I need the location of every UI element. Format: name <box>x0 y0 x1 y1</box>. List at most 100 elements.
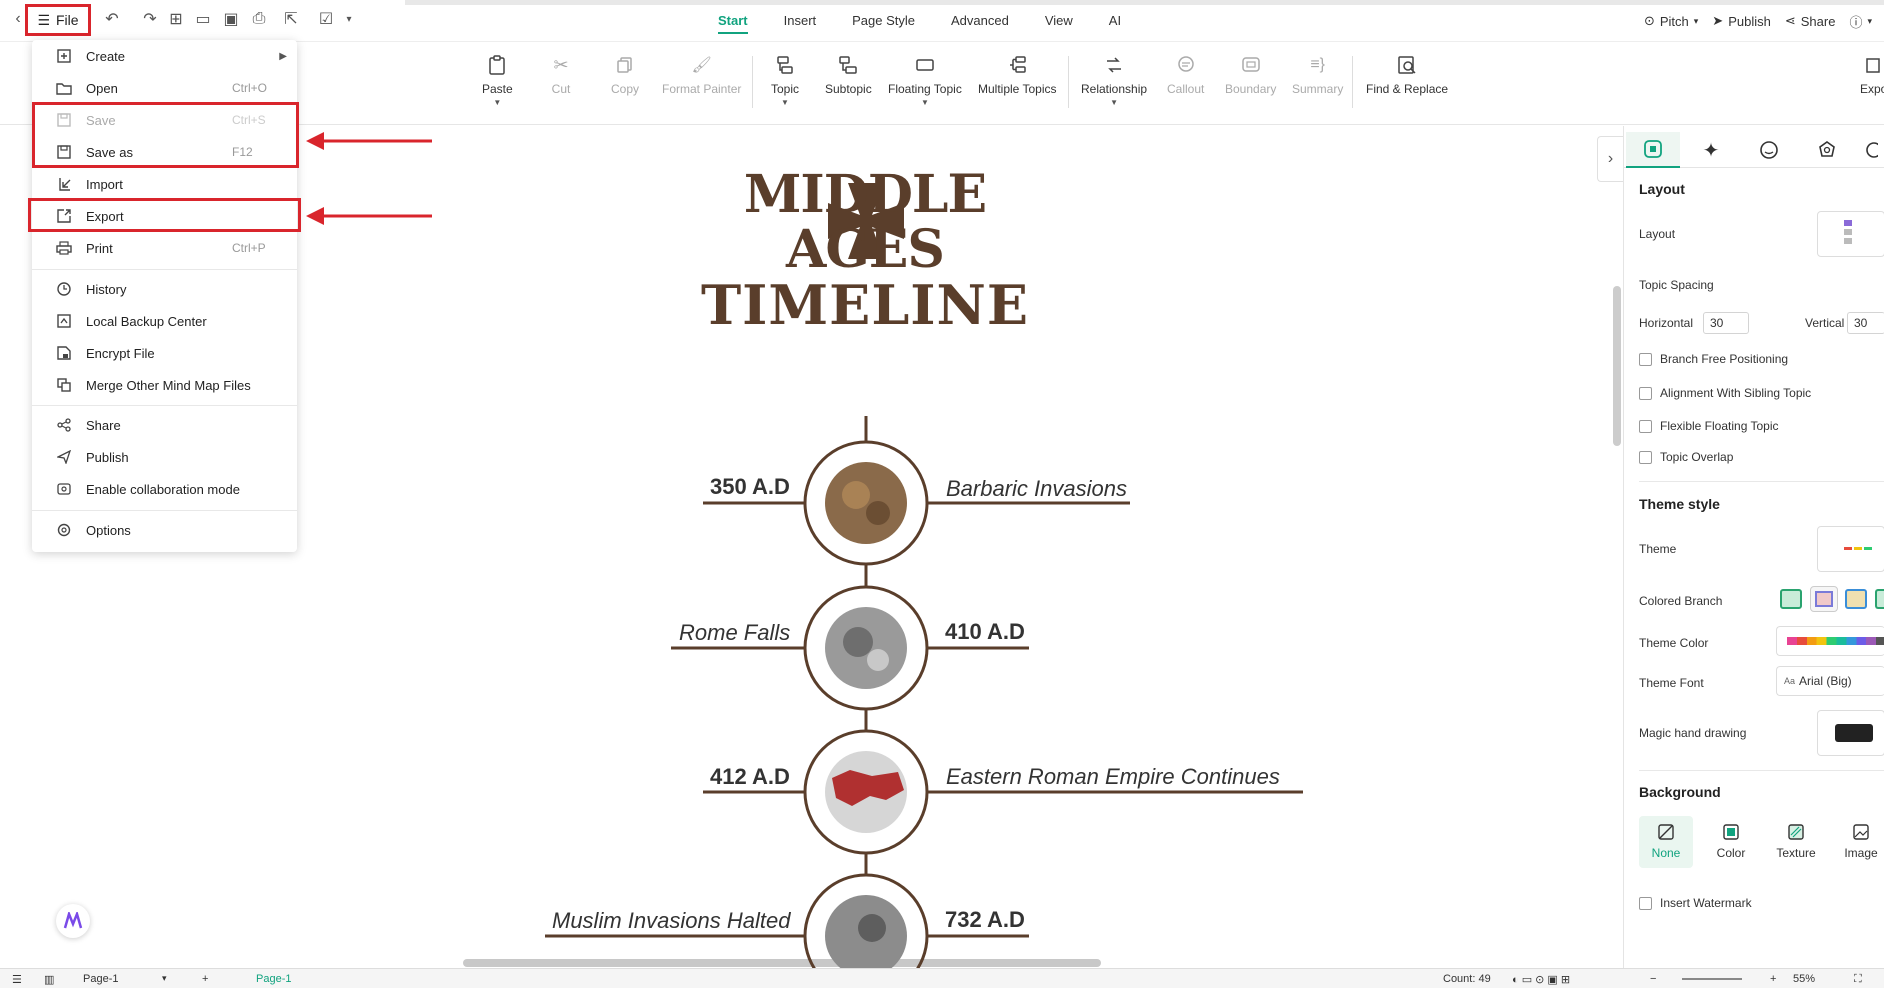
menu-label: Open <box>86 80 118 96</box>
menu-label: Print <box>86 240 113 256</box>
menu-label: Options <box>86 522 131 538</box>
horizontal-spacing-input[interactable]: 30 <box>1703 312 1749 334</box>
menu-item-create[interactable]: Create ▶ <box>32 40 297 72</box>
vertical-spacing-input[interactable]: 30 <box>1847 312 1884 334</box>
checkbox-label: Alignment With Sibling Topic <box>1660 386 1812 400</box>
toggle-switch <box>1835 724 1873 742</box>
menu-label: Share <box>86 417 121 433</box>
clock-icon <box>56 281 72 297</box>
checkbox-topic-overlap[interactable]: Topic Overlap <box>1639 450 1733 464</box>
colored-branch-option[interactable] <box>1875 589 1884 609</box>
chevron-down-icon[interactable]: ▾ <box>162 973 167 984</box>
theme-font-select[interactable]: Aa Arial (Big) <box>1776 666 1884 696</box>
menu-item-print[interactable]: Print Ctrl+P <box>32 232 297 264</box>
emoji-icon[interactable] <box>1742 132 1796 168</box>
horizontal-label: Horizontal <box>1639 316 1694 330</box>
theme-color-picker[interactable] <box>1776 626 1884 656</box>
theme-font-value: Arial (Big) <box>1799 674 1852 688</box>
zoom-level[interactable]: 55% <box>1793 973 1815 985</box>
checkbox-box <box>1639 386 1652 400</box>
checkbox-insert-watermark[interactable]: Insert Watermark <box>1639 896 1752 910</box>
menu-item-collaboration[interactable]: Enable collaboration mode <box>32 473 297 505</box>
checkbox-flexible-floating[interactable]: Flexible Floating Topic <box>1639 419 1779 433</box>
assistant-logo-icon <box>63 912 83 929</box>
menu-label: Publish <box>86 449 129 465</box>
properties-panel: ✦ Layout Layout Topic Spacing Horizontal… <box>1623 126 1884 968</box>
menu-item-encrypt[interactable]: Encrypt File <box>32 337 297 369</box>
more-tab-icon[interactable] <box>1856 132 1884 168</box>
collab-icon <box>56 481 72 497</box>
panel-divider <box>1639 481 1884 482</box>
menu-separator <box>32 510 297 511</box>
app-window: ‹ ☰ File ↶ ↷ ⊞ ▭ ▣ ⎙ ⇱ ☑ ▾ Start Insert … <box>0 0 1884 988</box>
menu-item-open[interactable]: Open Ctrl+O <box>32 72 297 104</box>
bg-option-color[interactable]: Color <box>1704 816 1758 868</box>
send-icon <box>56 449 72 465</box>
bg-option-image[interactable]: Image <box>1834 816 1884 868</box>
magic-hand-toggle[interactable] <box>1817 710 1884 756</box>
folder-icon <box>56 80 72 96</box>
checkbox-label: Branch Free Positioning <box>1660 352 1789 366</box>
layout-heading: Layout <box>1639 181 1685 197</box>
import-icon <box>56 176 72 192</box>
highlight-export-box <box>28 198 301 232</box>
theme-label: Theme <box>1639 542 1677 556</box>
merge-icon <box>56 377 72 393</box>
colored-branch-label: Colored Branch <box>1639 594 1723 608</box>
panel-tabs: ✦ <box>1624 126 1884 168</box>
layout-picker[interactable] <box>1817 211 1884 257</box>
menu-separator <box>32 269 297 270</box>
menu-item-publish[interactable]: Publish <box>32 441 297 473</box>
menu-item-merge[interactable]: Merge Other Mind Map Files <box>32 369 297 401</box>
add-page-icon[interactable]: + <box>202 973 208 985</box>
chevron-right-icon: ▶ <box>279 50 287 62</box>
menu-label: Import <box>86 176 123 192</box>
checkbox-box <box>1639 450 1652 464</box>
checkbox-branch-free[interactable]: Branch Free Positioning <box>1639 352 1788 366</box>
font-icon: Aa <box>1784 676 1796 686</box>
badge-icon[interactable] <box>1800 132 1854 168</box>
theme-swatch <box>1844 547 1852 550</box>
checkbox-box <box>1639 352 1652 366</box>
menu-item-local-backup[interactable]: Local Backup Center <box>32 305 297 337</box>
bg-option-none[interactable]: None <box>1639 816 1693 868</box>
menu-label: History <box>86 281 127 297</box>
colored-branch-option[interactable] <box>1780 589 1802 609</box>
none-icon <box>1658 824 1674 840</box>
status-bar: ☰ ▥ Page-1 ▾ + Page-1 Count: 49 ◐ ▭ ⊙ ▣ … <box>0 968 1884 988</box>
gear-icon <box>56 522 72 538</box>
checkbox-alignment[interactable]: Alignment With Sibling Topic <box>1639 386 1811 400</box>
checkbox-box <box>1639 419 1652 433</box>
menu-item-share[interactable]: Share <box>32 409 297 441</box>
sidebar-toggle-icon[interactable]: ☰ <box>12 973 22 986</box>
menu-item-options[interactable]: Options <box>32 514 297 546</box>
page-view-icon[interactable]: ▥ <box>44 973 54 986</box>
colored-branch-option[interactable] <box>1845 589 1867 609</box>
ai-assistant-button[interactable] <box>56 904 90 938</box>
menu-shortcut: Ctrl+P <box>232 241 266 255</box>
tab-style-icon[interactable] <box>1626 132 1680 168</box>
bg-option-label: Texture <box>1776 846 1816 860</box>
topic-spacing-label: Topic Spacing <box>1639 278 1714 292</box>
panel-divider <box>1639 770 1884 771</box>
bg-option-label: Color <box>1716 846 1746 860</box>
menu-label: Local Backup Center <box>86 313 207 329</box>
colored-branch-option[interactable] <box>1810 586 1838 612</box>
menu-item-import[interactable]: Import <box>32 168 297 200</box>
fit-screen-icon[interactable]: ⛶ <box>1854 973 1862 986</box>
checkbox-box <box>1639 896 1652 910</box>
menu-label: Enable collaboration mode <box>86 481 240 497</box>
theme-picker[interactable] <box>1817 526 1884 572</box>
zoom-out-icon[interactable]: − <box>1650 973 1656 985</box>
page-select[interactable]: Page-1 <box>83 973 118 985</box>
color-icon <box>1723 824 1739 840</box>
ai-sparkle-icon[interactable]: ✦ <box>1684 132 1738 168</box>
magic-hand-label: Magic hand drawing <box>1639 726 1747 740</box>
word-count: Count: 49 <box>1443 973 1491 985</box>
bg-option-texture[interactable]: Texture <box>1769 816 1823 868</box>
page-tab[interactable]: Page-1 <box>256 973 291 985</box>
zoom-slider[interactable] <box>1682 978 1742 980</box>
zoom-in-icon[interactable]: + <box>1770 973 1776 985</box>
menu-item-history[interactable]: History <box>32 273 297 305</box>
status-icons[interactable]: ◐ ▭ ⊙ ▣ ⊞ <box>1512 973 1570 986</box>
